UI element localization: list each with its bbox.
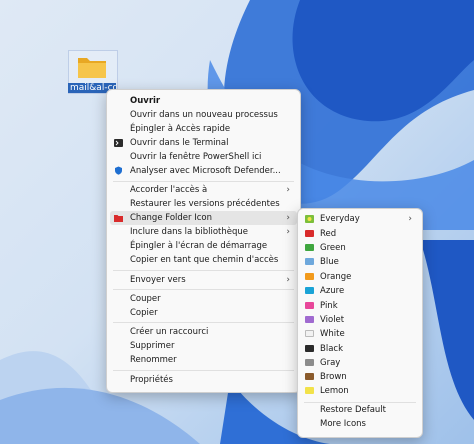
orange-folder-icon	[305, 273, 314, 280]
azure-folder-icon	[305, 287, 314, 294]
red-folder-icon	[305, 230, 314, 237]
submenu-item-label: Violet	[320, 315, 345, 325]
menu-separator	[113, 181, 294, 182]
chevron-right-icon: ›	[286, 185, 290, 195]
submenu-item-label: Gray	[320, 358, 341, 368]
menu-separator	[113, 270, 294, 271]
submenu-item-label: Black	[320, 344, 343, 354]
menu-item-cut[interactable]: Couper	[107, 292, 300, 306]
menu-item-label: Ouvrir la fenêtre PowerShell ici	[130, 152, 262, 162]
menu-item-label: Épingler à l'écran de démarrage	[130, 241, 268, 251]
menu-item-label: Épingler à Accès rapide	[130, 124, 231, 134]
menu-item-properties[interactable]: Propriétés	[107, 373, 300, 387]
menu-item-label: Analyser avec Microsoft Defender...	[130, 166, 281, 176]
menu-item-label: Copier en tant que chemin d'accès	[130, 255, 279, 265]
gray-folder-icon	[305, 359, 314, 366]
menu-item-label: Change Folder Icon	[130, 213, 212, 223]
menu-item-label: Envoyer vers	[130, 275, 186, 285]
pink-folder-icon	[305, 302, 314, 309]
submenu-item-brown[interactable]: Brown	[298, 370, 422, 384]
everyday-folder-icon	[305, 215, 314, 223]
menu-item-label: Ouvrir	[130, 96, 161, 106]
menu-item-label: Accorder l'accès à	[130, 185, 208, 195]
menu-item-label: Ouvrir dans le Terminal	[130, 138, 229, 148]
submenu-item-label: Everyday	[320, 214, 360, 224]
submenu-item-label: Restore Default	[320, 405, 387, 415]
menu-item-label: Propriétés	[130, 375, 173, 385]
black-folder-icon	[305, 345, 314, 352]
violet-folder-icon	[305, 316, 314, 323]
menu-item-pin-quick-access[interactable]: Épingler à Accès rapide	[107, 122, 300, 136]
submenu-item-blue[interactable]: Blue	[298, 255, 422, 269]
red-folder-icon	[114, 215, 123, 222]
menu-item-rename[interactable]: Renommer	[107, 353, 300, 367]
chevron-right-icon: ›	[286, 275, 290, 285]
menu-item-pin-start[interactable]: Épingler à l'écran de démarrage	[107, 239, 300, 253]
menu-separator	[113, 370, 294, 371]
submenu-item-lemon[interactable]: Lemon	[298, 384, 422, 398]
menu-item-give-access[interactable]: Accorder l'accès à ›	[107, 183, 300, 197]
submenu-item-red[interactable]: Red	[298, 227, 422, 241]
menu-item-label: Créer un raccourci	[130, 327, 209, 337]
menu-item-label: Inclure dans la bibliothèque	[130, 227, 248, 237]
submenu-item-gray[interactable]: Gray	[298, 356, 422, 370]
submenu-item-pink[interactable]: Pink	[298, 299, 422, 313]
green-folder-icon	[305, 244, 314, 251]
submenu-item-label: More Icons	[320, 419, 366, 429]
submenu-item-label: Lemon	[320, 386, 349, 396]
menu-item-change-folder-icon[interactable]: Change Folder Icon ›	[110, 211, 297, 225]
menu-item-label: Restaurer les versions précédentes	[130, 199, 280, 209]
menu-item-restore-versions[interactable]: Restaurer les versions précédentes	[107, 197, 300, 211]
menu-separator	[113, 322, 294, 323]
submenu-item-label: Red	[320, 229, 337, 239]
menu-item-label: Supprimer	[130, 341, 175, 351]
submenu-item-restore-default[interactable]: Restore Default	[298, 403, 422, 417]
menu-item-open[interactable]: Ouvrir	[107, 94, 300, 108]
terminal-icon	[114, 139, 123, 147]
brown-folder-icon	[305, 373, 314, 380]
menu-separator	[113, 289, 294, 290]
menu-item-label: Copier	[130, 308, 158, 318]
submenu-item-orange[interactable]: Orange	[298, 270, 422, 284]
menu-item-include-library[interactable]: Inclure dans la bibliothèque ›	[107, 225, 300, 239]
chevron-right-icon: ›	[286, 213, 290, 223]
folder-icon	[78, 58, 106, 78]
chevron-right-icon: ›	[286, 227, 290, 237]
submenu-item-label: White	[320, 329, 345, 339]
menu-item-copy-path[interactable]: Copier en tant que chemin d'accès	[107, 253, 300, 267]
submenu-item-label: Orange	[320, 272, 352, 282]
submenu-item-label: Blue	[320, 257, 339, 267]
menu-item-create-shortcut[interactable]: Créer un raccourci	[107, 325, 300, 339]
blue-folder-icon	[305, 258, 314, 265]
menu-item-open-new-process[interactable]: Ouvrir dans un nouveau processus	[107, 108, 300, 122]
submenu-item-more-icons[interactable]: More Icons	[298, 417, 422, 431]
menu-item-send-to[interactable]: Envoyer vers ›	[107, 273, 300, 287]
submenu-item-label: Green	[320, 243, 346, 253]
folder-icon-submenu: Everyday › Red Green Blue Orange Azure Pi…	[297, 208, 423, 438]
submenu-item-label: Azure	[320, 286, 345, 296]
menu-item-copy[interactable]: Copier	[107, 306, 300, 320]
submenu-item-black[interactable]: Black	[298, 342, 422, 356]
submenu-item-label: Brown	[320, 372, 347, 382]
menu-item-label: Couper	[130, 294, 161, 304]
submenu-item-white[interactable]: White	[298, 327, 422, 341]
menu-item-delete[interactable]: Supprimer	[107, 339, 300, 353]
menu-item-open-terminal[interactable]: Ouvrir dans le Terminal	[107, 136, 300, 150]
chevron-right-icon: ›	[408, 214, 412, 224]
submenu-item-everyday[interactable]: Everyday ›	[298, 212, 422, 226]
submenu-item-violet[interactable]: Violet	[298, 313, 422, 327]
lemon-folder-icon	[305, 387, 314, 394]
menu-item-label: Ouvrir dans un nouveau processus	[130, 110, 278, 120]
menu-item-label: Renommer	[130, 355, 177, 365]
submenu-item-green[interactable]: Green	[298, 241, 422, 255]
submenu-item-azure[interactable]: Azure	[298, 284, 422, 298]
context-menu: Ouvrir Ouvrir dans un nouveau processus …	[106, 89, 301, 393]
menu-item-open-powershell[interactable]: Ouvrir la fenêtre PowerShell ici	[107, 150, 300, 164]
white-folder-icon	[305, 330, 314, 337]
shield-icon	[115, 166, 122, 175]
submenu-item-label: Pink	[320, 301, 338, 311]
menu-item-defender-scan[interactable]: Analyser avec Microsoft Defender...	[107, 164, 300, 178]
